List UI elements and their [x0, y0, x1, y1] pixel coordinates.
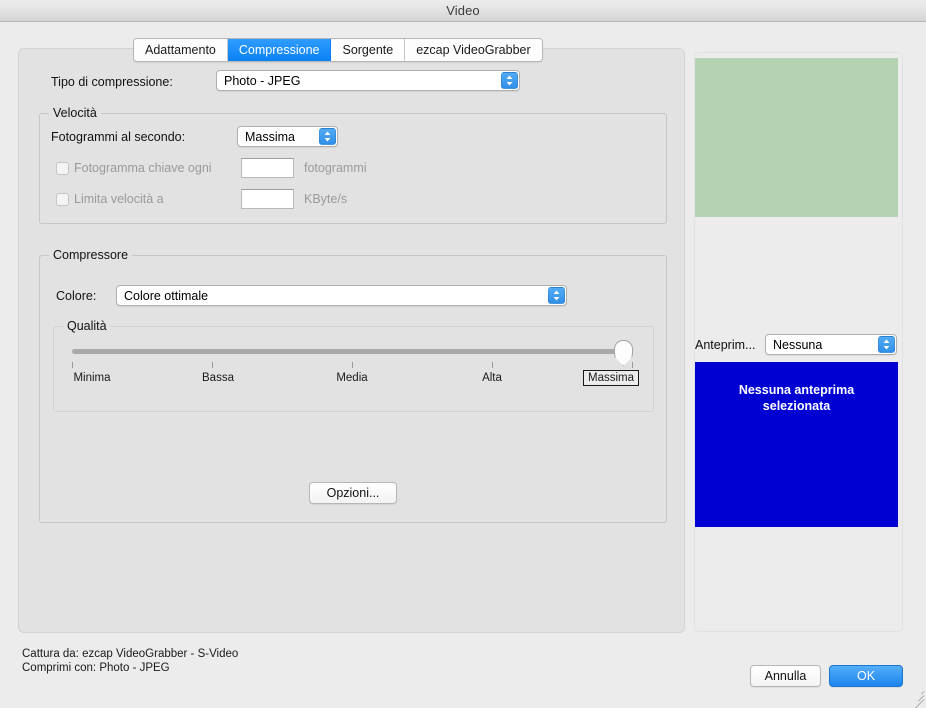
chevron-updown-icon[interactable]: [501, 72, 518, 89]
bitrate-limit-label: Limita velocità a: [74, 192, 164, 206]
quality-tick-label-alta: Alta: [482, 372, 502, 384]
preview-placeholder-line1: Nessuna anteprima: [738, 383, 855, 397]
keyframe-input[interactable]: [241, 158, 294, 178]
fps-select[interactable]: Massima: [237, 126, 338, 147]
tab-sorgente[interactable]: Sorgente: [331, 39, 406, 61]
quality-tick-label-media: Media: [336, 372, 368, 384]
bitrate-limit-input[interactable]: [241, 189, 294, 209]
keyframe-label: Fotogramma chiave ogni: [74, 161, 212, 175]
fps-value: Massima: [245, 130, 296, 144]
slider-tick: [352, 362, 353, 368]
quality-tick-label-minima: Minima: [73, 372, 111, 384]
keyframe-checkbox[interactable]: [56, 162, 69, 175]
preview-placeholder: Nessuna anteprima selezionata: [695, 362, 898, 527]
quality-slider-ticks: [72, 362, 633, 370]
chevron-updown-icon[interactable]: [878, 336, 895, 353]
tab-bar: Adattamento Compressione Sorgente ezcap …: [133, 38, 543, 62]
options-button[interactable]: Opzioni...: [309, 482, 397, 504]
tab-adattamento[interactable]: Adattamento: [134, 39, 228, 61]
footer-capture-line: Cattura da: ezcap VideoGrabber - S-Video: [22, 648, 239, 660]
slider-tick: [492, 362, 493, 368]
velocita-group-title: Velocità: [49, 106, 101, 120]
chevron-updown-icon[interactable]: [319, 128, 336, 145]
quality-tick-label-bassa: Bassa: [202, 372, 234, 384]
window-titlebar[interactable]: Video: [0, 0, 926, 22]
compression-type-label: Tipo di compressione:: [51, 75, 173, 89]
compression-type-select[interactable]: Photo - JPEG: [216, 70, 520, 91]
footer-compress-line: Comprimi con: Photo - JPEG: [22, 662, 170, 674]
preview-select-label: Anteprim...: [695, 338, 756, 352]
keyframe-unit-label: fotogrammi: [304, 161, 367, 175]
preview-select[interactable]: Nessuna: [765, 334, 897, 355]
compression-type-value: Photo - JPEG: [224, 74, 301, 88]
slider-tick: [632, 362, 633, 368]
preview-placeholder-text: Nessuna anteprima selezionata: [695, 382, 898, 414]
color-select[interactable]: Colore ottimale: [116, 285, 567, 306]
preview-select-value: Nessuna: [773, 338, 823, 352]
resize-grip[interactable]: [910, 688, 925, 708]
video-settings-window: Video Adattamento Compressione Sorgente …: [0, 0, 926, 708]
fps-label: Fotogrammi al secondo:: [51, 130, 186, 144]
bitrate-unit-label: KByte/s: [304, 192, 348, 206]
bitrate-limit-checkbox[interactable]: [56, 193, 69, 206]
quality-tick-label-massima: Massima: [583, 370, 639, 386]
color-value: Colore ottimale: [124, 289, 209, 303]
compressore-group-title: Compressore: [49, 248, 133, 262]
video-preview-thumbnail: [695, 58, 898, 217]
slider-tick: [72, 362, 73, 368]
slider-tick: [212, 362, 213, 368]
window-title: Video: [446, 3, 480, 18]
quality-slider-track[interactable]: [72, 349, 633, 354]
tab-compressione[interactable]: Compressione: [227, 39, 332, 61]
ok-button[interactable]: OK: [829, 665, 903, 687]
tab-ezcap-videograbber[interactable]: ezcap VideoGrabber: [405, 39, 542, 61]
cancel-button[interactable]: Annulla: [750, 665, 821, 687]
qualita-group-title: Qualità: [63, 319, 111, 333]
preview-placeholder-line2: selezionata: [762, 399, 831, 413]
color-label: Colore:: [56, 289, 97, 303]
chevron-updown-icon[interactable]: [548, 287, 565, 304]
